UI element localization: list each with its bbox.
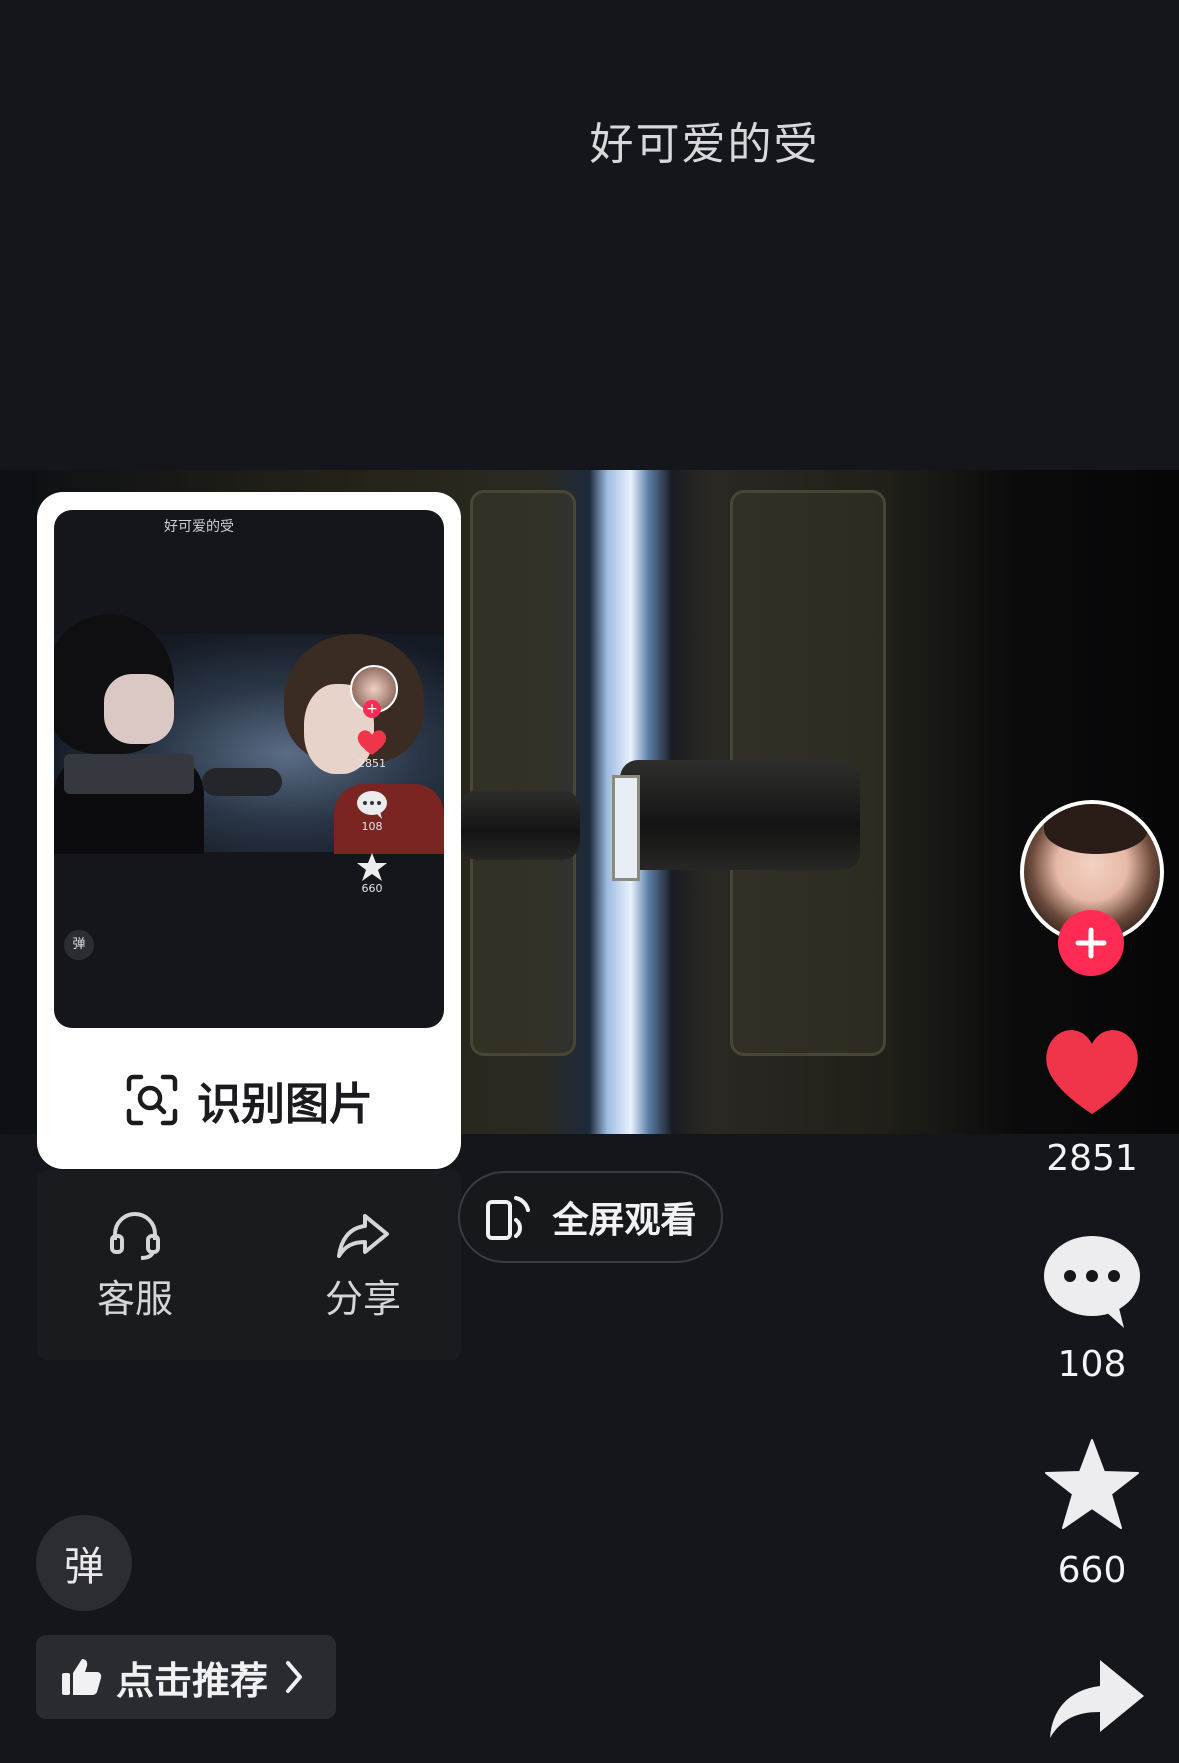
video-caption: 好可爱的受 [589, 119, 820, 170]
fullscreen-label: 全屏观看 [552, 1200, 697, 1241]
chevron-right-icon [286, 1661, 303, 1693]
door-handle-right [620, 760, 860, 870]
door-latch [612, 775, 640, 881]
share-icon[interactable] [1048, 1660, 1144, 1740]
like-count: 2851 [1046, 1138, 1138, 1179]
thumbnail-figure-left-face [104, 674, 174, 744]
comment-count: 108 [1057, 1344, 1127, 1385]
share-button[interactable]: 分享 [293, 1210, 433, 1323]
danmu-label: 弹 [64, 1544, 104, 1590]
fullscreen-button[interactable]: 全屏观看 [458, 1171, 723, 1263]
recommend-button[interactable]: 点击推荐 [36, 1635, 336, 1719]
recognize-image-label: 识别图片 [197, 1079, 373, 1130]
scan-search-icon [126, 1074, 178, 1126]
thumbnail-like-count: 2851 [358, 757, 386, 770]
recommend-label: 点击推荐 [116, 1658, 269, 1703]
thumbnail-figure-right-body [334, 784, 444, 854]
follow-button[interactable] [1058, 910, 1124, 976]
thumbnail-heart-icon [357, 730, 387, 755]
thumbnail-star-icon [357, 853, 387, 881]
plus-icon [1075, 927, 1107, 959]
like-heart-icon[interactable] [1042, 1026, 1142, 1116]
rotate-screen-icon [486, 1196, 531, 1240]
door-handle-left [460, 790, 580, 860]
thumbnail-pill [202, 768, 282, 796]
thumbnail-gun [64, 754, 194, 794]
customer-service-label: 客服 [96, 1277, 173, 1321]
recognize-image-button[interactable]: 识别图片 [37, 1050, 461, 1150]
door-plate-left [470, 490, 576, 1056]
comment-icon[interactable] [1042, 1232, 1142, 1328]
customer-service-button[interactable]: 客服 [65, 1210, 205, 1323]
screenshot-thumbnail[interactable]: 好可爱的受 + 2851 108 660 弹 [54, 510, 444, 1028]
thumbnail-comment-count: 108 [361, 820, 383, 833]
share-menu: 客服 分享 [37, 1170, 461, 1360]
thumbs-up-icon [62, 1659, 102, 1695]
headset-icon [110, 1212, 160, 1260]
thumbnail-favorite-count: 660 [361, 882, 383, 895]
thumbnail-follow-icon: + [363, 700, 381, 718]
danmu-toggle-button[interactable]: 弹 [36, 1515, 132, 1611]
thumbnail-caption: 好可爱的受 [164, 519, 234, 535]
favorite-count: 660 [1057, 1550, 1127, 1591]
favorite-star-icon[interactable] [1044, 1438, 1140, 1530]
thumbnail-comment-icon [357, 791, 387, 819]
avatar-hair [1044, 804, 1148, 854]
share-arrow-icon [337, 1214, 389, 1258]
thumbnail-danmu-button: 弹 [64, 930, 94, 960]
share-label: 分享 [324, 1277, 401, 1321]
